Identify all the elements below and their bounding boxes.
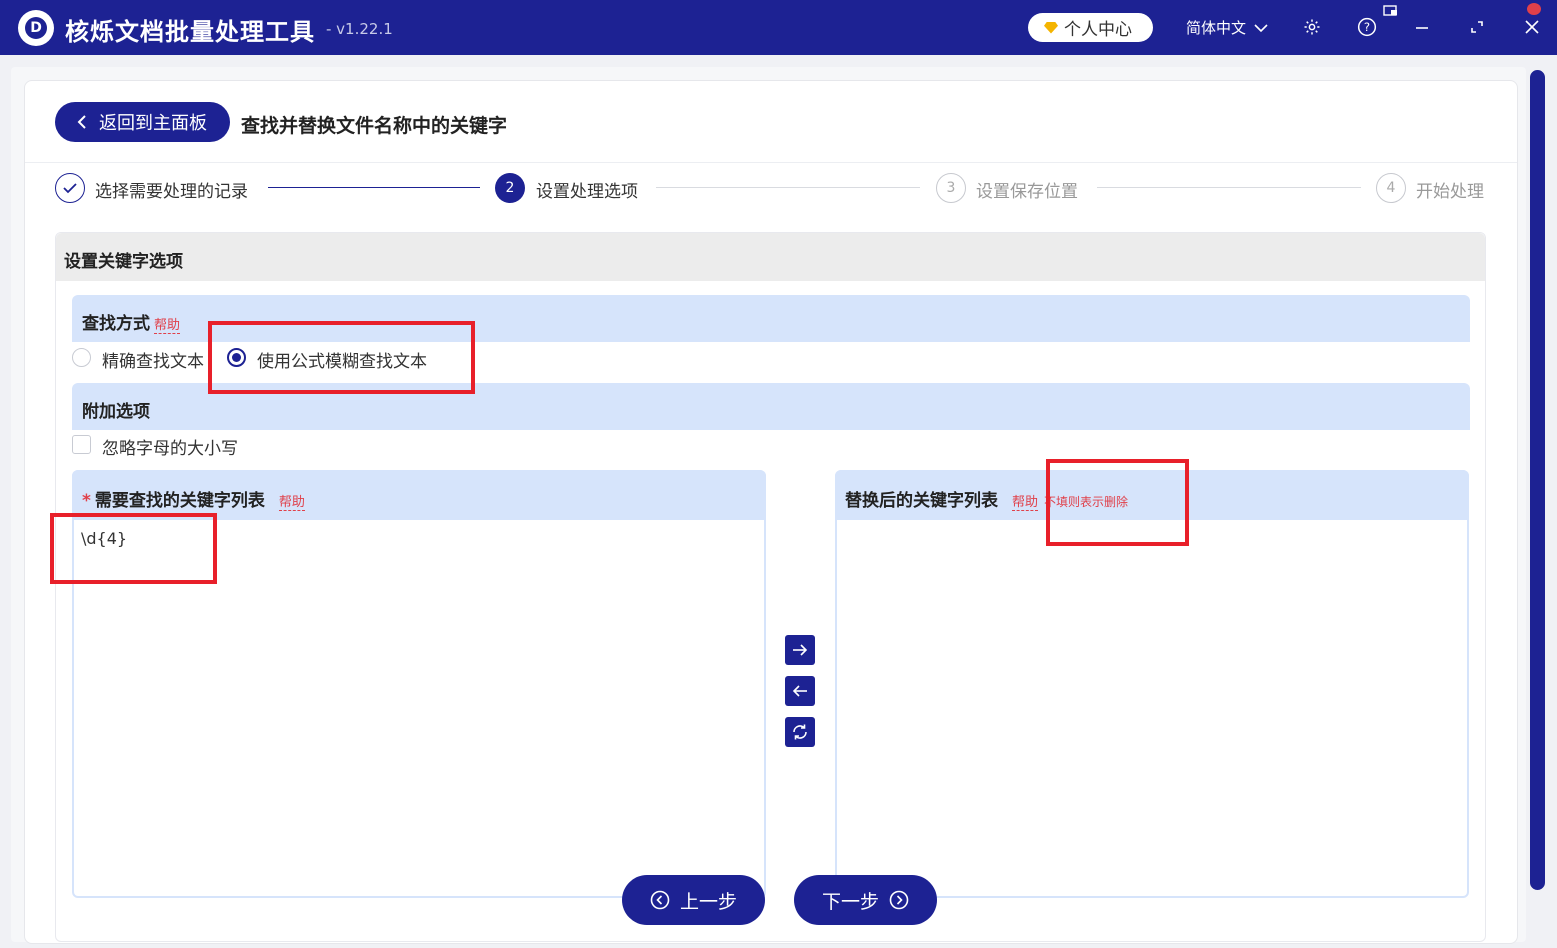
step-1-label: 选择需要处理的记录 xyxy=(95,182,248,202)
help-icon[interactable]: ? xyxy=(1355,15,1379,39)
minimize-icon[interactable] xyxy=(1410,15,1434,39)
back-to-main-button[interactable]: 返回到主面板 xyxy=(55,102,230,142)
page-title: 查找并替换文件名称中的关键字 xyxy=(241,115,508,137)
title-bar: D 核烁文档批量处理工具 - v1.22.1 个人中心 简体中文 ? xyxy=(0,0,1557,55)
extra-options-label: 附加选项 xyxy=(82,402,150,422)
language-selector[interactable]: 简体中文 xyxy=(1186,17,1268,38)
app-logo: D xyxy=(18,10,54,46)
ignore-case-checkbox[interactable] xyxy=(72,435,91,454)
move-right-button[interactable] xyxy=(785,635,815,665)
search-mode-help-link[interactable]: 帮助 xyxy=(154,318,181,334)
back-label: 返回到主面板 xyxy=(99,113,207,134)
highlight-box-find-value xyxy=(50,513,217,584)
maximize-icon[interactable] xyxy=(1465,15,1489,39)
step-2-number: 2 xyxy=(495,173,525,203)
ignore-case-label[interactable]: 忽略字母的大小写 xyxy=(102,434,238,459)
find-keywords-help-link[interactable]: 帮助 xyxy=(278,495,305,511)
find-keywords-label: 需要查找的关键字列表 xyxy=(94,491,265,511)
highlight-box-delete-note xyxy=(1046,459,1189,546)
scrollbar-thumb[interactable] xyxy=(1530,70,1545,890)
chevron-left-icon xyxy=(77,115,86,129)
required-mark: * xyxy=(82,491,91,511)
notification-badge-icon xyxy=(1527,3,1541,15)
section-title: 设置关键字选项 xyxy=(56,233,1485,281)
user-center-button[interactable]: 个人中心 xyxy=(1028,13,1153,42)
pin-window-icon[interactable] xyxy=(1380,2,1402,20)
user-center-label: 个人中心 xyxy=(1064,20,1132,40)
exact-search-label[interactable]: 精确查找文本 xyxy=(102,347,204,372)
move-left-button[interactable] xyxy=(785,676,815,706)
arrow-right-icon xyxy=(793,644,808,656)
prev-step-button[interactable]: 上一步 xyxy=(622,875,765,925)
close-icon[interactable] xyxy=(1520,15,1544,39)
replace-keywords-textarea[interactable] xyxy=(840,522,1464,892)
next-step-label: 下一步 xyxy=(821,890,879,913)
search-mode-label: 查找方式 xyxy=(82,314,150,334)
next-step-button[interactable]: 下一步 xyxy=(794,875,937,925)
step-connector xyxy=(268,187,480,188)
replace-keywords-help-link[interactable]: 帮助 xyxy=(1012,495,1039,511)
circle-chevron-left-icon xyxy=(650,890,670,910)
step-4-label: 开始处理 xyxy=(1416,182,1484,202)
replace-keywords-label: 替换后的关键字列表 xyxy=(845,491,998,511)
refresh-button[interactable] xyxy=(785,717,815,747)
language-label: 简体中文 xyxy=(1186,19,1247,37)
step-connector xyxy=(1097,187,1361,188)
step-2-label: 设置处理选项 xyxy=(536,182,638,202)
step-4-number: 4 xyxy=(1376,173,1406,203)
exact-search-radio[interactable] xyxy=(72,348,91,367)
app-title: 核烁文档批量处理工具 xyxy=(65,18,315,46)
step-3-number: 3 xyxy=(936,173,966,203)
settings-gear-icon[interactable] xyxy=(1300,15,1324,39)
step-3-label: 设置保存位置 xyxy=(976,182,1078,202)
chevron-down-icon xyxy=(1254,23,1268,32)
highlight-box-search-mode xyxy=(208,321,475,394)
prev-step-label: 上一步 xyxy=(679,890,737,913)
step-connector xyxy=(656,187,920,188)
app-version: - v1.22.1 xyxy=(326,20,393,38)
svg-text:?: ? xyxy=(1364,20,1370,34)
diamond-icon xyxy=(1044,21,1058,34)
header-divider xyxy=(25,162,1517,163)
circle-chevron-right-icon xyxy=(889,890,909,910)
step-1-check-icon xyxy=(55,173,85,203)
arrow-left-icon xyxy=(792,685,807,697)
refresh-icon xyxy=(793,724,807,740)
